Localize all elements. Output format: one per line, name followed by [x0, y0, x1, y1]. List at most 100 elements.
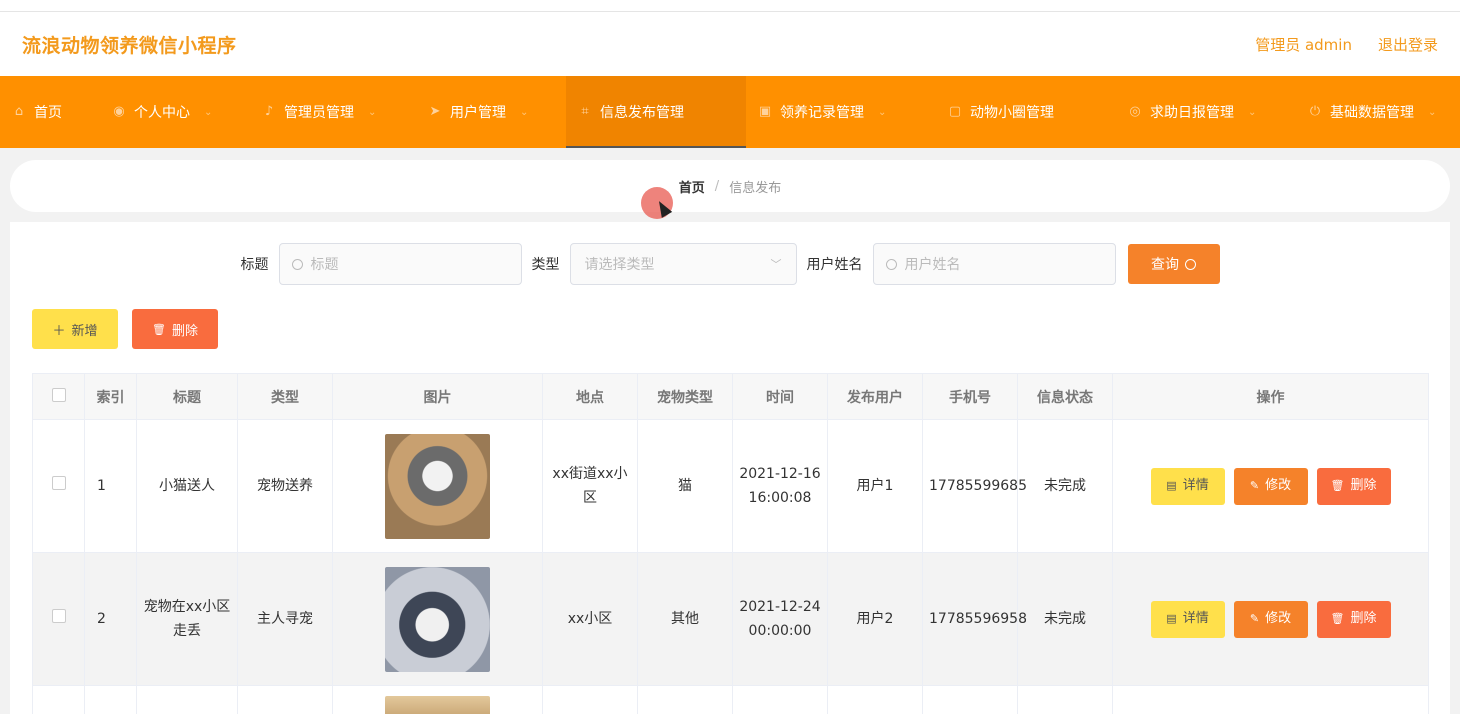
- send-icon: ➤: [429, 104, 441, 119]
- nav-item-3[interactable]: ➤ 用户管理 ⌄: [416, 76, 566, 148]
- table-cell: [32, 685, 85, 714]
- app-title: 流浪动物领养微信小程序: [22, 34, 237, 57]
- home-icon: ⌂: [14, 104, 24, 119]
- table-row: [32, 685, 1429, 714]
- pet-photo[interactable]: [385, 433, 490, 539]
- select-all-checkbox[interactable]: [51, 387, 66, 402]
- plus-icon: ＋: [52, 323, 66, 339]
- status-cell: 未完成: [1017, 552, 1113, 686]
- delete-row-button[interactable]: 🗑 删除: [1316, 600, 1391, 638]
- table-cell: [922, 685, 1018, 714]
- table-cell: [1112, 685, 1429, 714]
- table-cell: [237, 685, 333, 714]
- image-cell: [332, 419, 543, 553]
- row-checkbox[interactable]: [51, 476, 66, 490]
- current-user-label: 管理员 admin: [1255, 35, 1352, 54]
- chevron-down-icon: ⌄: [204, 106, 213, 118]
- table-cell: [84, 685, 137, 714]
- batch-delete-button[interactable]: 🗑 删除: [132, 309, 218, 349]
- publisher-cell: 用户1: [827, 419, 923, 553]
- nav-item-7[interactable]: ◎ 求助日报管理 ⌄: [1116, 76, 1296, 148]
- chevron-down-icon: ⌄: [368, 106, 377, 118]
- nav-item-label: 管理员管理: [284, 105, 354, 121]
- phone-cell: 17785599685: [922, 419, 1027, 553]
- status-cell: 未完成: [1017, 419, 1113, 553]
- index-cell: 1: [84, 419, 137, 553]
- table-header-row: 索引 标题 类型 图片 地点 宠物类型 时间 发布用户 手机号 信息状态 操作: [32, 373, 1429, 420]
- delete-row-button[interactable]: 🗑 删除: [1316, 467, 1391, 505]
- trash-icon: 🗑: [1330, 612, 1345, 625]
- detail-button[interactable]: ▤ 详情: [1150, 467, 1225, 505]
- publisher-cell: 用户2: [827, 552, 923, 686]
- breadcrumb-home[interactable]: 首页: [679, 177, 705, 196]
- nav-item-label: 领养记录管理: [780, 105, 864, 121]
- nav-item-label: 求助日报管理: [1150, 105, 1234, 121]
- place-cell: xx小区: [542, 552, 638, 686]
- place-cell: xx街道xx小区: [542, 419, 638, 553]
- table-cell: [136, 685, 238, 714]
- add-button-label: 新增: [71, 323, 98, 339]
- comment-icon: ▢: [948, 104, 962, 119]
- pet-photo[interactable]: [385, 566, 490, 672]
- nav-item-2[interactable]: ♪ 管理员管理 ⌄: [250, 76, 416, 148]
- type-select[interactable]: 请选择类型 ﹀: [569, 243, 797, 285]
- column-header: 索引: [84, 373, 137, 420]
- table-row: 2 宠物在xx小区走丢 主人寻宠 xx小区 其他 2021-12-24 00:00:00 用…: [32, 552, 1429, 686]
- document-icon: ▤: [1166, 612, 1177, 625]
- column-header: 手机号: [922, 373, 1018, 420]
- breadcrumb-current: 信息发布: [729, 180, 782, 196]
- detail-label: 详情: [1182, 611, 1209, 626]
- user-name-search-input[interactable]: 用户姓名: [872, 243, 1116, 285]
- row-checkbox[interactable]: [51, 609, 66, 623]
- image-cell: [332, 552, 543, 686]
- remove-label: 删除: [1350, 478, 1377, 493]
- query-button-label: 查询: [1151, 257, 1179, 273]
- nav-item-8[interactable]: ⏻ 基础数据管理 ⌄: [1296, 76, 1460, 148]
- nav-item-1[interactable]: ◉ 个人中心 ⌄: [100, 76, 250, 148]
- detail-button[interactable]: ▤ 详情: [1150, 600, 1225, 638]
- operations-cell: ▤ 详情 ✎ 修改 🗑 删除: [1112, 419, 1429, 553]
- nav-item-label: 基础数据管理: [1330, 105, 1414, 121]
- chevron-down-icon: ⌄: [1428, 106, 1437, 118]
- pet-photo[interactable]: [385, 696, 490, 714]
- query-button[interactable]: 查询: [1127, 244, 1220, 284]
- search-icon: [291, 258, 303, 270]
- type-cell: 主人寻宠: [237, 552, 333, 686]
- title-cell: 小猫送人: [136, 419, 238, 553]
- pencil-icon: ✎: [1249, 479, 1260, 492]
- image-cell: [332, 685, 543, 714]
- index-cell: 2: [84, 552, 137, 686]
- nav-item-5[interactable]: ▣ 领养记录管理 ⌄: [746, 76, 936, 148]
- trash-icon: 🗑: [152, 322, 166, 336]
- nav-item-4[interactable]: ⌗ 信息发布管理: [566, 76, 746, 148]
- main-nav: ⌂ 首页 ◉ 个人中心 ⌄ ♪ 管理员管理 ⌄ ➤ 用户管理 ⌄ ⌗ 信息发布管理 ▣ 领养记录管理 ⌄ ▢ 动物…: [0, 76, 1460, 148]
- table-cell: [827, 685, 923, 714]
- column-header: 操作: [1112, 373, 1429, 420]
- nav-item-6[interactable]: ▢ 动物小圈管理: [936, 76, 1116, 148]
- column-header: 标题: [136, 373, 238, 420]
- title-placeholder: 标题: [310, 257, 339, 273]
- remove-label: 删除: [1350, 611, 1377, 626]
- edit-button[interactable]: ✎ 修改: [1233, 600, 1308, 638]
- type-cell: 宠物送养: [237, 419, 333, 553]
- header-user-area: 管理员 admin 退出登录: [1255, 34, 1438, 55]
- time-cell: 2021-12-16 16:00:08: [732, 419, 828, 553]
- logout-link[interactable]: 退出登录: [1378, 34, 1438, 55]
- app-header: 流浪动物领养微信小程序 管理员 admin 退出登录: [0, 12, 1460, 76]
- column-header: 时间: [732, 373, 828, 420]
- add-button[interactable]: ＋ 新增: [32, 309, 118, 349]
- time-cell: 2021-12-24 00:00:00: [732, 552, 828, 686]
- action-bar: ＋ 新增 🗑 删除: [32, 309, 218, 349]
- nav-item-0[interactable]: ⌂ 首页: [0, 76, 100, 148]
- power-icon: ⏻: [1309, 104, 1321, 119]
- column-header: 宠物类型: [637, 373, 733, 420]
- title-search-input[interactable]: 标题: [278, 243, 522, 285]
- column-header: 类型: [237, 373, 333, 420]
- breadcrumb: 首页 / 信息发布: [10, 160, 1450, 212]
- column-header: 发布用户: [827, 373, 923, 420]
- table-cell: [1017, 685, 1113, 714]
- pet-type-cell: 其他: [637, 552, 733, 686]
- user-icon: ◉: [113, 104, 125, 119]
- edit-button[interactable]: ✎ 修改: [1233, 467, 1308, 505]
- delete-button-label: 删除: [171, 323, 198, 339]
